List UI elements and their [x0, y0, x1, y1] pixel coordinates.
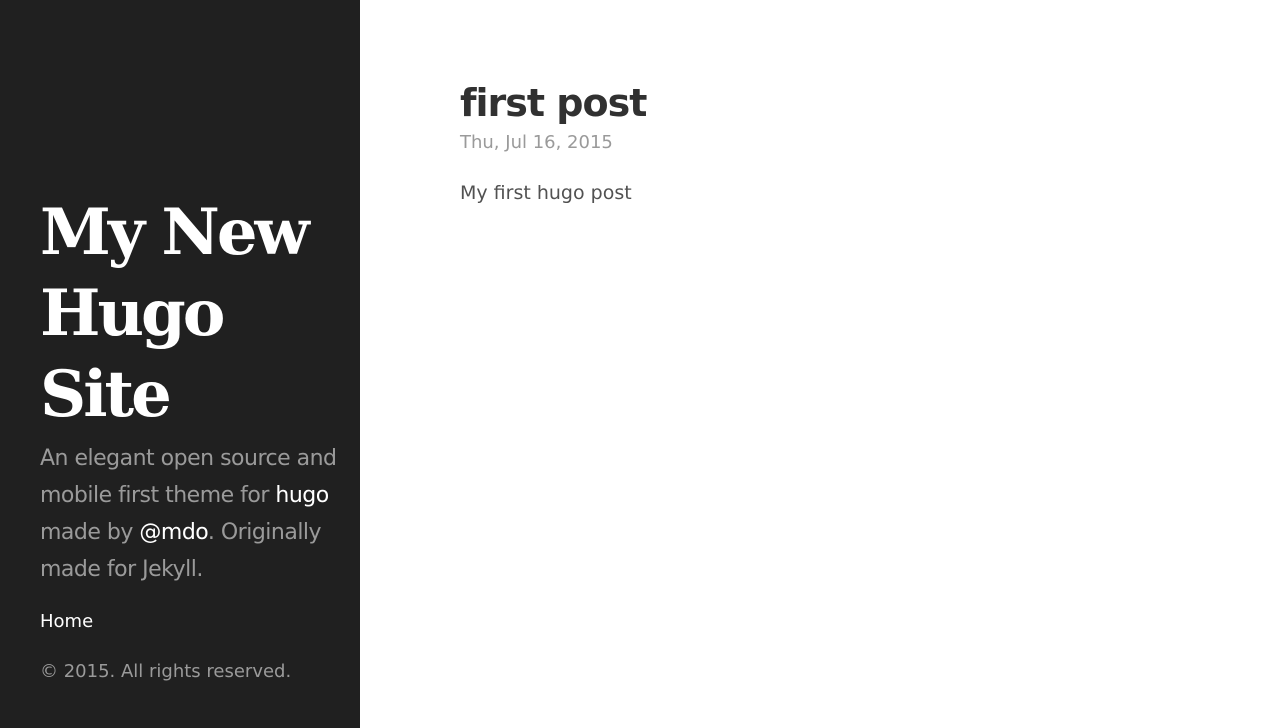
post-title-link[interactable]: first post: [460, 81, 647, 125]
site-tagline: An elegant open source and mobile first …: [40, 440, 340, 588]
post-body: My first hugo post: [460, 182, 632, 204]
hugo-link[interactable]: hugo: [275, 483, 329, 508]
site-title: My New Hugo Site: [40, 192, 340, 435]
copyright: © 2015. All rights reserved.: [40, 661, 292, 682]
post-date: Thu, Jul 16, 2015: [460, 132, 613, 153]
sidebar: My New Hugo Site An elegant open source …: [0, 0, 360, 728]
main-content: first post Thu, Jul 16, 2015 My first hu…: [460, 78, 1220, 208]
post: first post Thu, Jul 16, 2015 My first hu…: [460, 78, 1220, 208]
post-title: first post: [460, 78, 1220, 128]
mdo-link[interactable]: @mdo: [139, 520, 208, 545]
site-title-link[interactable]: My New Hugo Site: [40, 195, 310, 432]
tagline-text-2: made by: [40, 520, 140, 545]
nav-link-home[interactable]: Home: [40, 611, 93, 632]
sidebar-nav: Home: [40, 608, 93, 636]
nav-item-home: Home: [40, 608, 93, 636]
